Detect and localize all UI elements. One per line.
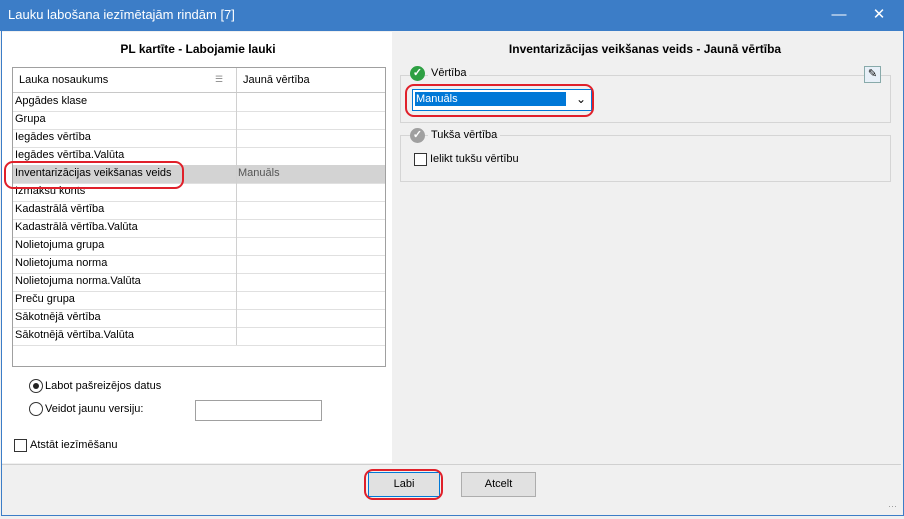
left-heading: PL kartīte - Labojamie lauki — [120, 42, 276, 56]
field-value-cell[interactable] — [236, 201, 386, 219]
column-header-value[interactable]: Jaunā vērtība — [243, 74, 310, 86]
keep-marks-label[interactable]: Atstāt iezīmēšanu — [30, 439, 117, 451]
table-row[interactable]: Kadastrālā vērtība.Valūta — [13, 219, 385, 238]
field-value-cell[interactable] — [236, 219, 386, 237]
field-name-cell: Nolietojuma norma.Valūta — [15, 275, 141, 287]
close-button[interactable]: ✕ — [862, 3, 896, 27]
field-name-cell: Kadastrālā vērtība — [15, 203, 105, 215]
table-row[interactable]: Iegādes vērtība — [13, 129, 385, 148]
table-row[interactable]: Nolietojuma norma — [13, 255, 385, 274]
eraser-icon[interactable]: ✎ — [864, 66, 881, 83]
field-name-cell: Sākotnējā vērtība — [15, 311, 101, 323]
table-row[interactable]: Preču grupa — [13, 291, 385, 310]
field-value-cell[interactable]: Manuāls — [236, 165, 386, 183]
new-version-radio[interactable] — [29, 402, 43, 416]
edit-current-label[interactable]: Labot pašreizējos datus — [45, 380, 161, 392]
table-row[interactable]: Sākotnējā vērtība.Valūta — [13, 327, 385, 346]
empty-group-title: Tukša vērtība — [428, 129, 501, 141]
field-name-cell: Preču grupa — [15, 293, 75, 305]
field-value-cell[interactable] — [236, 183, 386, 201]
fields-grid[interactable]: Lauka nosaukums ☰ Jaunā vērtība Apgādes … — [12, 67, 386, 367]
table-row[interactable]: Iegādes vērtība.Valūta — [13, 147, 385, 166]
table-row[interactable]: Izmaksu konts — [13, 183, 385, 202]
new-version-input[interactable] — [195, 400, 322, 421]
field-name-cell: Sākotnējā vērtība.Valūta — [15, 329, 135, 341]
grid-header: Lauka nosaukums ☰ Jaunā vērtība — [13, 68, 385, 93]
field-name-cell: Izmaksu konts — [15, 185, 86, 197]
value-select[interactable]: Manuāls ⌄ — [412, 89, 592, 111]
field-name-cell: Kadastrālā vērtība.Valūta — [15, 221, 138, 233]
right-heading: Inventarizācijas veikšanas veids - Jaunā… — [508, 42, 782, 56]
table-row[interactable]: Nolietojuma grupa — [13, 237, 385, 256]
table-row[interactable]: Sākotnējā vērtība — [13, 309, 385, 328]
minimize-button[interactable]: — — [822, 3, 856, 27]
radio-selected-dot — [33, 383, 39, 389]
field-value-cell[interactable] — [236, 237, 386, 255]
field-value-cell[interactable] — [236, 129, 386, 147]
value-group-title: Vērtība — [428, 67, 470, 79]
new-version-label[interactable]: Veidot jaunu versiju: — [45, 403, 143, 415]
column-separator — [236, 68, 237, 92]
field-name-cell: Nolietojuma norma — [15, 257, 108, 269]
sort-icon[interactable]: ☰ — [215, 74, 223, 85]
window-title: Lauku labošana iezīmētajām rindām [7] — [8, 7, 235, 22]
field-value-cell[interactable] — [236, 93, 386, 111]
table-row[interactable]: Kadastrālā vērtība — [13, 201, 385, 220]
title-bar: Lauku labošana iezīmētajām rindām [7] — … — [0, 0, 904, 31]
field-name-cell: Grupa — [15, 113, 46, 125]
ok-button[interactable]: Labi — [368, 472, 440, 497]
check-circle-icon: ✓ — [410, 66, 425, 81]
field-name-cell: Apgādes klase — [15, 95, 88, 107]
field-value-cell[interactable] — [236, 291, 386, 309]
field-value-cell[interactable] — [236, 111, 386, 129]
field-value-cell[interactable] — [236, 309, 386, 327]
empty-value-checkbox[interactable] — [414, 153, 427, 166]
field-value-text: Manuāls — [238, 167, 280, 179]
value-select-text: Manuāls — [415, 92, 566, 106]
column-header-name[interactable]: Lauka nosaukums — [19, 74, 108, 86]
resize-grip-icon[interactable]: ⋯ — [888, 501, 897, 512]
table-row[interactable]: Grupa — [13, 111, 385, 130]
field-value-cell[interactable] — [236, 327, 386, 345]
field-value-cell[interactable] — [236, 255, 386, 273]
field-name-cell: Inventarizācijas veikšanas veids — [15, 167, 172, 179]
check-circle-disabled-icon: ✓ — [410, 128, 425, 143]
table-row[interactable]: Apgādes klase — [13, 93, 385, 112]
table-row[interactable]: Nolietojuma norma.Valūta — [13, 273, 385, 292]
field-name-cell: Iegādes vērtība.Valūta — [15, 149, 125, 161]
keep-marks-checkbox[interactable] — [14, 439, 27, 452]
field-name-cell: Nolietojuma grupa — [15, 239, 105, 251]
table-row[interactable]: Inventarizācijas veikšanas veids Manuāls — [13, 165, 385, 184]
field-value-cell[interactable] — [236, 273, 386, 291]
empty-value-label[interactable]: Ielikt tukšu vērtību — [430, 153, 519, 165]
chevron-down-icon[interactable]: ⌄ — [576, 92, 586, 106]
field-name-cell: Iegādes vērtība — [15, 131, 91, 143]
button-bar: ⋯ — [2, 464, 901, 515]
cancel-button[interactable]: Atcelt — [461, 472, 536, 497]
field-value-cell[interactable] — [236, 147, 386, 165]
edit-current-radio[interactable] — [29, 379, 43, 393]
